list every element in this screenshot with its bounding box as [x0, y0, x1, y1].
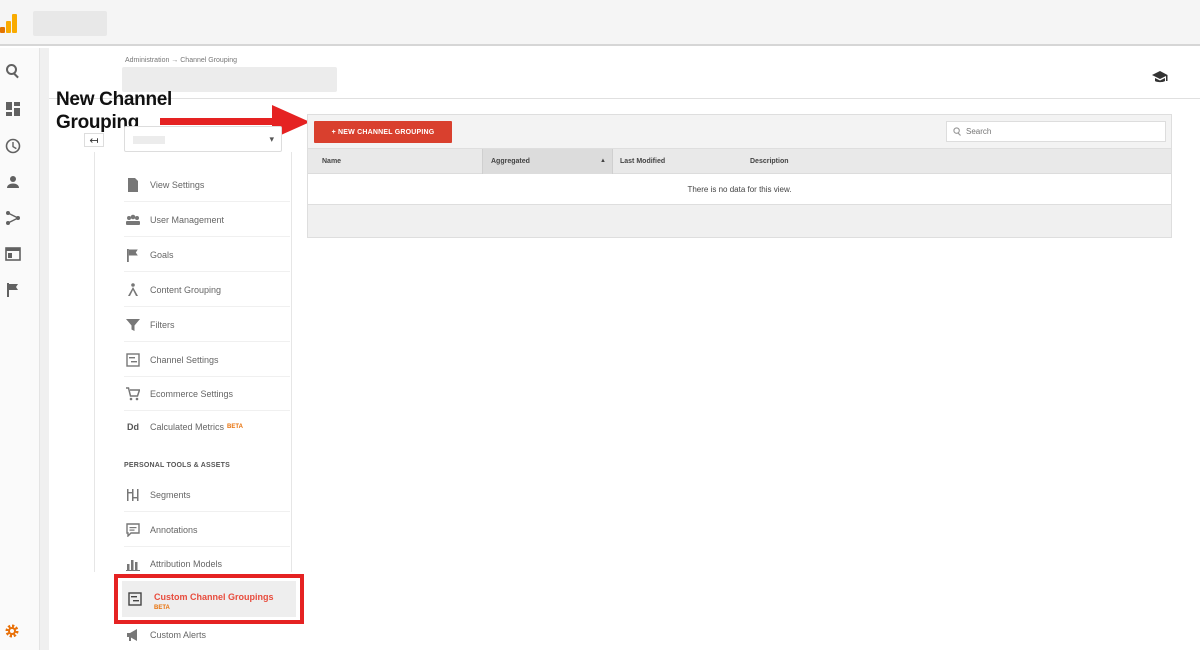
breadcrumb[interactable]: Administration → Channel Grouping [125, 57, 237, 64]
column-header-last-modified[interactable]: Last Modified [606, 149, 736, 174]
settings-gear-icon[interactable] [4, 623, 20, 639]
flag-icon[interactable] [4, 281, 22, 299]
menu-item-label: Attribution Models [150, 559, 223, 569]
person-icon[interactable] [4, 173, 22, 191]
flag-icon [124, 247, 142, 263]
column-header-aggregated[interactable]: Aggregated ▲ [482, 149, 613, 174]
menu-item-filters[interactable]: Filters [124, 308, 290, 342]
chevron-down-icon: ▾ [269, 134, 274, 144]
megaphone-icon [124, 627, 142, 643]
search-input[interactable] [966, 127, 1156, 136]
menu-item-custom-channel-groupings[interactable]: Custom Channel Groupings BETA [114, 574, 304, 624]
menu-item-label: Segments [150, 489, 191, 500]
menu-item-user-management[interactable]: User Management [124, 203, 290, 237]
acquisition-icon[interactable] [4, 209, 22, 227]
menu-item-channel-settings[interactable]: Channel Settings [124, 343, 290, 377]
menu-item-calculated-metrics[interactable]: Dd Calculated Metrics BETA [124, 410, 290, 444]
menu-item-custom-alerts[interactable]: Custom Alerts [124, 618, 290, 652]
menu-item-goals[interactable]: Goals [124, 238, 290, 272]
table-header: Name Aggregated ▲ Last Modified Descript… [308, 149, 1171, 174]
menu-item-label: Ecommerce Settings [150, 388, 234, 399]
table-footer [308, 205, 1171, 237]
annotation-icon [124, 522, 142, 538]
clock-icon[interactable] [4, 137, 22, 155]
menu-item-ecommerce-settings[interactable]: Ecommerce Settings [124, 377, 290, 411]
menu-item-label: Calculated Metrics [150, 422, 225, 432]
menu-item-label: Goals [150, 249, 174, 260]
menu-item-label: Content Grouping [150, 284, 222, 295]
column-header-description[interactable]: Description [736, 149, 936, 174]
column-header-name[interactable]: Name [308, 149, 482, 174]
cart-icon [124, 386, 142, 402]
document-icon [124, 177, 142, 193]
content-grouping-icon [124, 282, 142, 298]
back-button[interactable]: ↤ [84, 133, 104, 147]
analytics-logo-icon[interactable] [0, 13, 20, 33]
menu-item-label: User Management [150, 214, 225, 225]
channel-grouping-table: + NEW CHANNEL GROUPING Name Aggregated ▲… [307, 114, 1172, 238]
search-icon[interactable] [4, 62, 22, 80]
menu-item-label: View Settings [150, 179, 205, 190]
new-channel-grouping-button[interactable]: + NEW CHANNEL GROUPING [314, 121, 452, 143]
attribution-icon [124, 556, 142, 572]
left-nav-rail [0, 48, 40, 650]
menu-item-segments[interactable]: Segments [124, 478, 290, 512]
column-header-label: Aggregated [491, 158, 530, 165]
account-selector-redacted[interactable] [33, 11, 107, 36]
menu-item-label: Annotations [150, 524, 198, 535]
filter-icon [124, 317, 142, 333]
menu-item-label: Channel Settings [150, 354, 219, 365]
menu-item-label: Custom Alerts [150, 630, 207, 640]
dashboard-icon[interactable] [4, 100, 22, 118]
menu-item-annotations[interactable]: Annotations [124, 513, 290, 547]
active-item-highlight: Custom Channel Groupings BETA [122, 581, 296, 617]
search-box[interactable] [946, 121, 1166, 142]
menu-item-view-settings[interactable]: View Settings [124, 168, 290, 202]
users-icon [124, 212, 142, 228]
view-name-redacted [133, 136, 165, 144]
nav-divider-strip [40, 48, 49, 650]
section-header-personal-tools: PERSONAL TOOLS & ASSETS [124, 462, 230, 469]
header-divider [49, 98, 1200, 99]
channel-settings-icon [124, 352, 142, 368]
top-bar [0, 0, 1200, 46]
behavior-icon[interactable] [4, 245, 22, 263]
segments-icon [124, 487, 142, 503]
beta-badge: BETA [227, 424, 243, 430]
menu-item-label: Custom Channel Groupings [154, 592, 274, 602]
graduation-cap-icon[interactable] [1152, 70, 1168, 84]
view-selector[interactable]: ▾ [124, 126, 282, 152]
channel-grouping-icon [128, 592, 142, 606]
beta-badge: BETA [154, 605, 170, 611]
menu-item-content-grouping[interactable]: Content Grouping [124, 273, 290, 307]
empty-state-message: There is no data for this view. [308, 174, 1171, 205]
table-toolbar: + NEW CHANNEL GROUPING [308, 115, 1171, 149]
menu-item-label: Filters [150, 319, 175, 330]
search-icon [953, 127, 961, 136]
calculated-metrics-icon: Dd [127, 422, 139, 432]
